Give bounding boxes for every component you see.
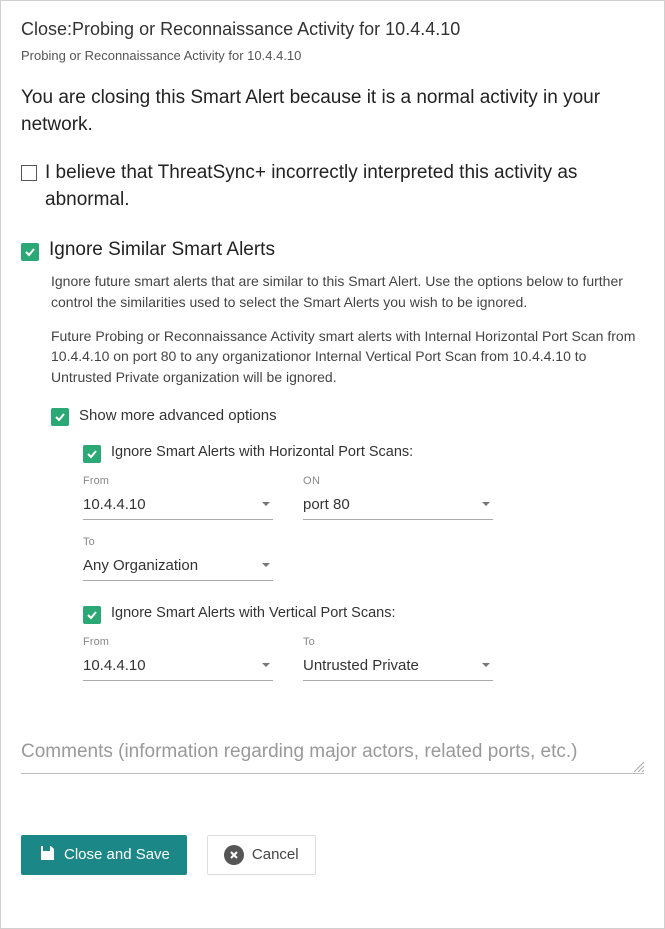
horizontal-to-group: To Any Organization (83, 536, 273, 581)
horizontal-from-select[interactable]: 10.4.4.10 (83, 492, 273, 520)
check-icon (86, 448, 98, 460)
ignore-similar-heading: Ignore Similar Smart Alerts (49, 239, 275, 261)
chevron-down-icon (481, 501, 491, 507)
save-icon (38, 844, 56, 866)
horizontal-scan-label: Ignore Smart Alerts with Horizontal Port… (111, 444, 413, 460)
dialog-title: Close:Probing or Reconnaissance Activity… (21, 19, 644, 40)
show-advanced-label: Show more advanced options (79, 407, 277, 424)
horizontal-on-group: ON port 80 (303, 475, 493, 520)
horizontal-scan-checkbox[interactable] (83, 445, 101, 463)
close-and-save-label: Close and Save (64, 846, 170, 863)
check-icon (24, 246, 36, 258)
horizontal-scan-block: Ignore Smart Alerts with Horizontal Port… (83, 442, 644, 581)
cancel-label: Cancel (252, 846, 299, 863)
vertical-to-caption: To (303, 636, 493, 648)
vertical-to-select[interactable]: Untrusted Private (303, 653, 493, 681)
horizontal-from-group: From 10.4.4.10 (83, 475, 273, 520)
dialog-button-row: Close and Save Cancel (21, 835, 644, 875)
horizontal-to-select[interactable]: Any Organization (83, 553, 273, 581)
incorrect-interpretation-row: I believe that ThreatSync+ incorrectly i… (21, 160, 644, 213)
ignore-similar-section: Ignore Similar Smart Alerts Ignore futur… (21, 239, 644, 680)
vertical-from-select[interactable]: 10.4.4.10 (83, 653, 273, 681)
comments-input[interactable] (21, 737, 644, 774)
vertical-scan-label: Ignore Smart Alerts with Vertical Port S… (111, 605, 395, 621)
close-smart-alert-dialog: Close:Probing or Reconnaissance Activity… (0, 0, 665, 929)
horizontal-to-value: Any Organization (83, 557, 198, 574)
vertical-to-group: To Untrusted Private (303, 636, 493, 681)
chevron-down-icon (261, 562, 271, 568)
vertical-from-caption: From (83, 636, 273, 648)
close-reason-text: You are closing this Smart Alert because… (21, 85, 644, 138)
chevron-down-icon (261, 662, 271, 668)
ignore-future-note: Future Probing or Reconnaissance Activit… (51, 326, 644, 387)
horizontal-from-caption: From (83, 475, 273, 487)
resize-handle-icon[interactable] (632, 759, 644, 771)
advanced-options-row: Show more advanced options (51, 405, 644, 426)
chevron-down-icon (481, 662, 491, 668)
dialog-subtitle: Probing or Reconnaissance Activity for 1… (21, 48, 644, 63)
check-icon (86, 609, 98, 621)
vertical-from-value: 10.4.4.10 (83, 657, 146, 674)
cancel-icon (224, 845, 244, 865)
show-advanced-checkbox[interactable] (51, 408, 69, 426)
cancel-button[interactable]: Cancel (207, 835, 316, 875)
vertical-scan-block: Ignore Smart Alerts with Vertical Port S… (83, 603, 644, 681)
ignore-similar-description: Ignore future smart alerts that are simi… (51, 271, 644, 312)
vertical-scan-checkbox[interactable] (83, 606, 101, 624)
horizontal-on-select[interactable]: port 80 (303, 492, 493, 520)
close-and-save-button[interactable]: Close and Save (21, 835, 187, 875)
horizontal-to-caption: To (83, 536, 273, 548)
ignore-similar-checkbox[interactable] (21, 243, 39, 261)
horizontal-on-value: port 80 (303, 496, 350, 513)
incorrect-interpretation-label: I believe that ThreatSync+ incorrectly i… (45, 160, 644, 213)
horizontal-from-value: 10.4.4.10 (83, 496, 146, 513)
vertical-from-group: From 10.4.4.10 (83, 636, 273, 681)
incorrect-interpretation-checkbox[interactable] (21, 165, 37, 181)
comments-area (21, 737, 644, 779)
check-icon (54, 411, 66, 423)
chevron-down-icon (261, 501, 271, 507)
horizontal-on-caption: ON (303, 475, 493, 487)
vertical-to-value: Untrusted Private (303, 657, 419, 674)
